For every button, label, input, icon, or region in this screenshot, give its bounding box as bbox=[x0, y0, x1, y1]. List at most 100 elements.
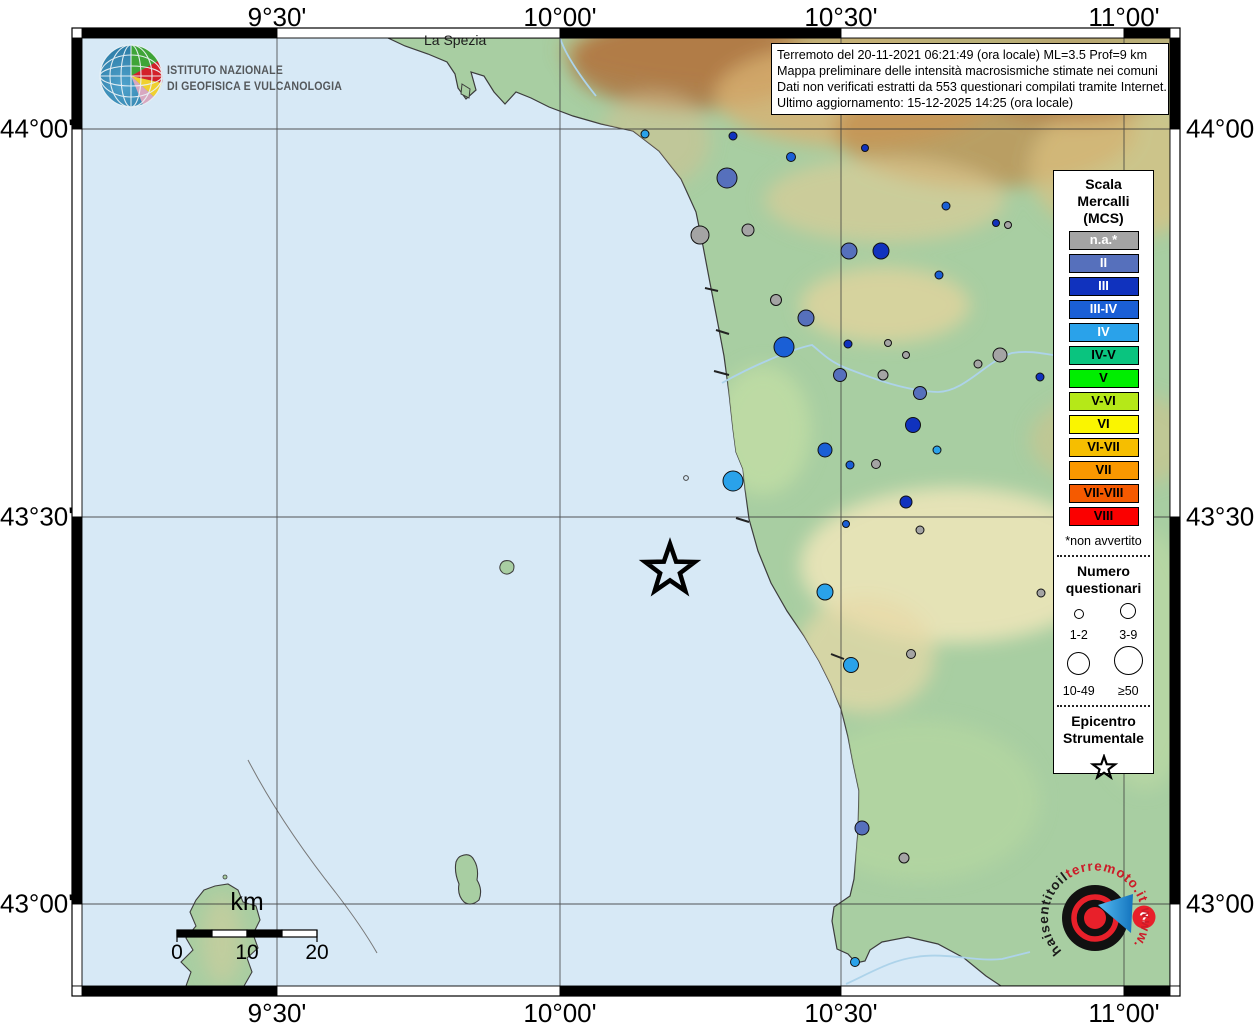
scale-tick-20: 20 bbox=[305, 941, 329, 964]
mcs-legend-entry-VII-VIII: VII-VIII bbox=[1068, 484, 1139, 504]
intensity-point-na bbox=[1004, 221, 1012, 229]
intensity-point-III bbox=[843, 339, 853, 349]
frame-band bbox=[1123, 985, 1171, 997]
intensity-point-na bbox=[915, 525, 925, 535]
frame-band bbox=[1169, 985, 1181, 997]
lat-label-left-0: 44°00' bbox=[0, 113, 74, 144]
legend-footnote: *non avvertito bbox=[1065, 534, 1142, 549]
intensity-point-III bbox=[1035, 372, 1045, 382]
intensity-point-na bbox=[871, 459, 881, 469]
scale-tick-0: 0 bbox=[171, 941, 183, 964]
info-line-event: Terremoto del 20-11-2021 06:21:49 (ora l… bbox=[777, 48, 1148, 62]
lon-label-top-2: 10°30' bbox=[804, 2, 878, 32]
frame-band bbox=[81, 985, 278, 997]
intensity-point-IV bbox=[816, 583, 834, 601]
frame-band bbox=[1169, 516, 1181, 905]
mcs-legend-entry-III-IV: III-IV bbox=[1068, 300, 1139, 320]
earthquake-info-box: Terremoto del 20-11-2021 06:21:49 (ora l… bbox=[771, 43, 1169, 116]
questionnaire-size-label: 1-2 bbox=[1069, 628, 1088, 643]
intensity-point-II bbox=[913, 386, 927, 400]
intensity-point-III-IV bbox=[941, 201, 951, 211]
lat-label-left-2: 43°00' bbox=[0, 888, 74, 919]
info-line-updated: Ultimo aggiornamento: 15-12-2025 14:25 (… bbox=[777, 96, 1074, 111]
intensity-point-na bbox=[884, 339, 892, 347]
intensity-point-IV bbox=[843, 657, 859, 673]
intensity-point-III-IV bbox=[817, 442, 833, 458]
macroseismic-map-page: ? haisentitoilterremoto.it www. La Spezi… bbox=[0, 0, 1255, 1024]
ingv-globe-icon bbox=[99, 44, 163, 108]
intensity-point-na bbox=[902, 351, 910, 359]
frame-band bbox=[276, 27, 561, 39]
city-label-la-spezia: La Spezia bbox=[424, 32, 487, 48]
mcs-legend-entry-II: II bbox=[1068, 254, 1139, 274]
intensity-point-II bbox=[833, 368, 847, 382]
questionnaire-size-circle bbox=[1113, 646, 1143, 676]
intensity-point-III bbox=[861, 144, 869, 152]
mcs-legend-entry-IV-V: IV-V bbox=[1068, 346, 1139, 366]
mcs-legend-entry-VI-VII: VI-VII bbox=[1068, 438, 1139, 458]
frame-band bbox=[71, 903, 83, 987]
intensity-point-III-IV bbox=[842, 520, 850, 528]
islet bbox=[222, 874, 228, 880]
scale-bar-unit: km bbox=[230, 888, 264, 916]
intensity-point-III bbox=[905, 417, 921, 433]
intensity-point-IV bbox=[640, 129, 650, 139]
intensity-point-III bbox=[899, 495, 913, 509]
intensity-point-na bbox=[741, 223, 755, 237]
lat-label-right-0: 44°00' bbox=[1186, 113, 1255, 144]
lat-label-left-1: 43°30' bbox=[0, 501, 74, 532]
intensity-point-na bbox=[906, 649, 916, 659]
frame-band bbox=[559, 27, 842, 39]
ingv-line2: DI GEOFISICA E VULCANOLOGIA bbox=[167, 81, 343, 94]
mcs-legend-entry-III: III bbox=[1068, 277, 1139, 297]
mcs-legend-entry-VIII: VIII bbox=[1068, 507, 1139, 527]
legend-title: Scala Mercalli (MCS) bbox=[1077, 176, 1130, 227]
frame-band bbox=[71, 27, 83, 39]
frame-band bbox=[71, 37, 83, 130]
ingv-line1: ISTITUTO NAZIONALE bbox=[167, 65, 283, 77]
lon-label-top-1: 10°00' bbox=[523, 2, 597, 32]
ingv-logo-text: ISTITUTO NAZIONALE DI GEOFISICA E VULCAN… bbox=[167, 63, 342, 95]
questionnaire-size-circle bbox=[1120, 603, 1137, 620]
intensity-point-na bbox=[1036, 588, 1046, 598]
intensity-point-na bbox=[877, 369, 889, 381]
legend-divider-1 bbox=[1057, 555, 1150, 558]
lon-label-top-0: 9°30' bbox=[247, 2, 307, 32]
frame-band bbox=[559, 985, 842, 997]
mcs-legend-entry-na: n.a.* bbox=[1068, 231, 1139, 251]
intensity-point-III-IV bbox=[773, 336, 795, 358]
questionnaire-size-key: 1-2 3-9 10-49 ≥50 bbox=[1054, 603, 1153, 698]
mcs-legend-entry-VII: VII bbox=[1068, 461, 1139, 481]
frame-band bbox=[840, 985, 1125, 997]
lat-label-right-2: 43°00' bbox=[1186, 888, 1255, 919]
mcs-legend-entry-V-VI: V-VI bbox=[1068, 392, 1139, 412]
intensity-point-II bbox=[716, 167, 738, 189]
questionnaire-title: Numero questionari bbox=[1065, 563, 1142, 597]
frame-band bbox=[1169, 27, 1181, 39]
questionnaire-size-label: 3-9 bbox=[1119, 628, 1138, 643]
intensity-point-IV bbox=[850, 957, 860, 967]
intensity-point-III bbox=[992, 219, 1000, 227]
lon-label-top-3: 11°00' bbox=[1088, 2, 1160, 32]
intensity-point-II bbox=[854, 820, 870, 836]
legend-divider-2 bbox=[1057, 705, 1150, 708]
mcs-legend-entry-V: V bbox=[1068, 369, 1139, 389]
scale-tick-10: 10 bbox=[235, 941, 259, 964]
frame-band bbox=[276, 985, 561, 997]
info-line-data-source: Dati non verificati estratti da 553 ques… bbox=[777, 80, 1167, 95]
intensity-point-na bbox=[770, 294, 782, 306]
mcs-legend-entry-IV: IV bbox=[1068, 323, 1139, 343]
mcs-scale-entries: n.a.* II III III-IV IV IV-V V V-VI VI VI-VII VII VI… bbox=[1054, 231, 1153, 527]
lon-label-bottom-2: 10°30' bbox=[804, 998, 878, 1024]
lat-label-right-1: 43°30' bbox=[1186, 501, 1255, 532]
frame-band bbox=[71, 985, 83, 997]
islet-meloria bbox=[683, 475, 689, 481]
frame-band bbox=[1169, 128, 1181, 518]
intensity-point-na bbox=[992, 347, 1008, 363]
intensity-point-IV bbox=[722, 470, 744, 492]
intensity-point-na bbox=[690, 225, 710, 245]
intensity-point-IV bbox=[932, 445, 942, 455]
mcs-legend-entry-VI: VI bbox=[1068, 415, 1139, 435]
legend-panel: Scala Mercalli (MCS) n.a.* II III III-IV IV I… bbox=[1053, 170, 1154, 780]
island-gorgona bbox=[499, 560, 515, 575]
